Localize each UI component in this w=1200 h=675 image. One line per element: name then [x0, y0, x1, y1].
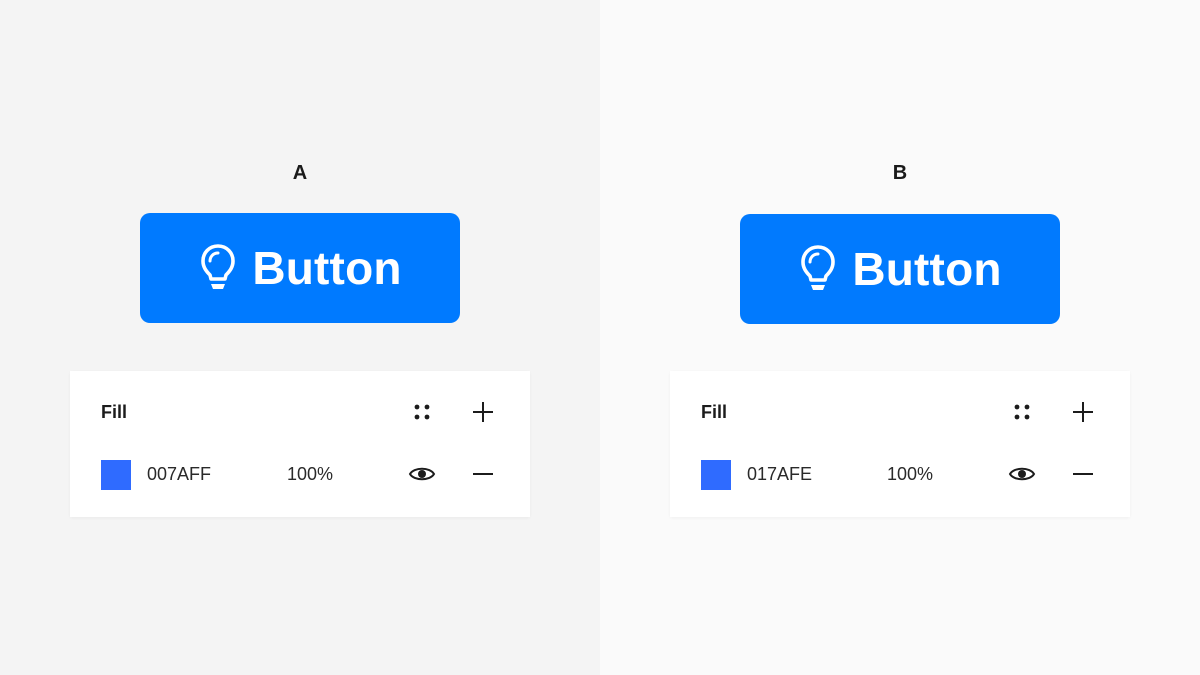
- lightbulb-icon: [201, 244, 236, 289]
- fill-section-title: Fill: [701, 402, 727, 422]
- variant-label: B: [892, 162, 908, 184]
- plus-icon[interactable]: [469, 398, 497, 426]
- variant-b-panel: B Button Fill 017AFE 100%: [600, 0, 1200, 675]
- opacity-input[interactable]: 100%: [887, 464, 933, 485]
- styles-grid-icon[interactable]: [1008, 398, 1036, 426]
- styles-grid-icon[interactable]: [408, 398, 436, 426]
- sample-button[interactable]: Button: [140, 213, 460, 323]
- button-label: Button: [852, 243, 1002, 295]
- minus-icon[interactable]: [1069, 460, 1097, 488]
- fill-section-title: Fill: [101, 402, 127, 422]
- hex-color-input[interactable]: 007AFF: [147, 464, 211, 485]
- eye-icon[interactable]: [408, 460, 436, 488]
- sample-button[interactable]: Button: [740, 214, 1060, 324]
- button-label: Button: [252, 242, 402, 294]
- color-swatch[interactable]: [101, 460, 131, 490]
- plus-icon[interactable]: [1069, 398, 1097, 426]
- opacity-input[interactable]: 100%: [287, 464, 333, 485]
- fill-properties-panel: Fill 007AFF 100%: [70, 371, 530, 517]
- variant-a-panel: A Button Fill 007AFF 100%: [0, 0, 600, 675]
- fill-properties-panel: Fill 017AFE 100%: [670, 371, 1130, 517]
- minus-icon[interactable]: [469, 460, 497, 488]
- color-swatch[interactable]: [701, 460, 731, 490]
- hex-color-input[interactable]: 017AFE: [747, 464, 812, 485]
- variant-label: A: [292, 162, 308, 184]
- eye-icon[interactable]: [1008, 460, 1036, 488]
- lightbulb-icon: [801, 245, 836, 290]
